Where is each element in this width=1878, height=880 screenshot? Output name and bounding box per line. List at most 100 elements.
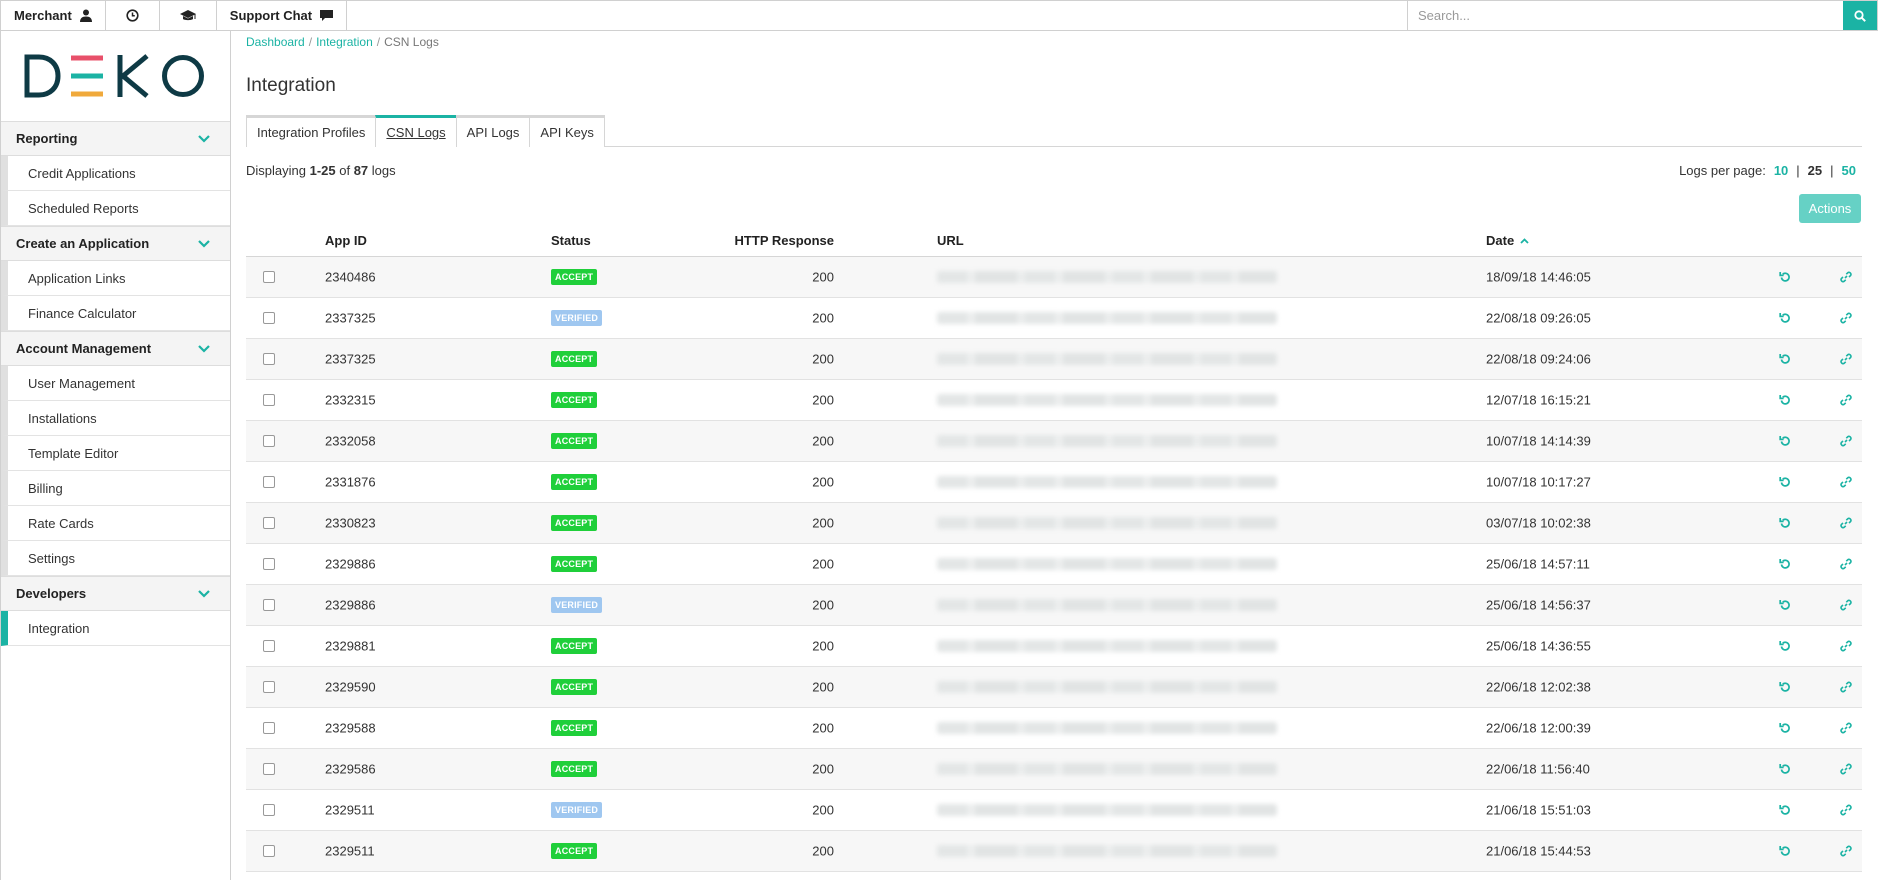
tab-api-keys[interactable]: API Keys bbox=[529, 115, 605, 147]
view-link-button[interactable] bbox=[1840, 804, 1852, 816]
tab-api-logs[interactable]: API Logs bbox=[455, 115, 531, 147]
search-button[interactable] bbox=[1843, 1, 1877, 30]
header-status[interactable]: Status bbox=[551, 233, 591, 248]
resend-button[interactable] bbox=[1779, 763, 1791, 775]
resend-button[interactable] bbox=[1779, 312, 1791, 324]
sidebar-item-label: Template Editor bbox=[28, 445, 119, 461]
resend-button[interactable] bbox=[1779, 271, 1791, 283]
table-row[interactable]: 2329511 VERIFIED 200 21/06/18 15:51:03 bbox=[246, 790, 1862, 831]
view-link-button[interactable] bbox=[1840, 640, 1852, 652]
support-chat-button[interactable]: Support Chat bbox=[217, 1, 348, 30]
breadcrumb-integration[interactable]: Integration bbox=[316, 35, 373, 49]
sidebar-item-installations[interactable]: Installations bbox=[1, 401, 230, 436]
row-checkbox[interactable] bbox=[263, 599, 275, 611]
breadcrumb-dashboard[interactable]: Dashboard bbox=[246, 35, 305, 49]
view-link-button[interactable] bbox=[1840, 394, 1852, 406]
sidebar-item-template-editor[interactable]: Template Editor bbox=[1, 436, 230, 471]
resend-button[interactable] bbox=[1779, 845, 1791, 857]
table-row[interactable]: 2337325 ACCEPT 200 22/08/18 09:24:06 bbox=[246, 339, 1862, 380]
resend-button[interactable] bbox=[1779, 722, 1791, 734]
sidebar-section-reporting[interactable]: Reporting bbox=[1, 121, 230, 156]
table-row[interactable]: 2329511 ACCEPT 200 21/06/18 15:44:53 bbox=[246, 831, 1862, 872]
table-row[interactable]: 2331876 ACCEPT 200 10/07/18 10:17:27 bbox=[246, 462, 1862, 503]
view-link-button[interactable] bbox=[1840, 353, 1852, 365]
row-checkbox[interactable] bbox=[263, 435, 275, 447]
sidebar-section-developers[interactable]: Developers bbox=[1, 576, 230, 611]
resend-button[interactable] bbox=[1779, 804, 1791, 816]
row-checkbox[interactable] bbox=[263, 271, 275, 283]
undo-icon bbox=[1779, 641, 1790, 651]
merchant-menu[interactable]: Merchant bbox=[1, 1, 106, 30]
tab-integration-profiles[interactable]: Integration Profiles bbox=[246, 115, 377, 147]
resend-button[interactable] bbox=[1779, 435, 1791, 447]
deko-logo[interactable] bbox=[1, 31, 230, 121]
row-checkbox[interactable] bbox=[263, 312, 275, 324]
resend-button[interactable] bbox=[1779, 681, 1791, 693]
row-checkbox[interactable] bbox=[263, 681, 275, 693]
resend-button[interactable] bbox=[1779, 517, 1791, 529]
per-page-25[interactable]: 25 bbox=[1808, 163, 1822, 178]
sidebar-item-application-links[interactable]: Application Links bbox=[1, 261, 230, 296]
sidebar-item-credit-applications[interactable]: Credit Applications bbox=[1, 156, 230, 191]
view-link-button[interactable] bbox=[1840, 271, 1852, 283]
resend-button[interactable] bbox=[1779, 394, 1791, 406]
resend-button[interactable] bbox=[1779, 558, 1791, 570]
sidebar-item-finance-calculator[interactable]: Finance Calculator bbox=[1, 296, 230, 331]
view-link-button[interactable] bbox=[1840, 517, 1852, 529]
sidebar-item-rate-cards[interactable]: Rate Cards bbox=[1, 506, 230, 541]
view-link-button[interactable] bbox=[1840, 722, 1852, 734]
history-button[interactable] bbox=[106, 1, 160, 30]
sidebar-section-create-application[interactable]: Create an Application bbox=[1, 226, 230, 261]
resend-button[interactable] bbox=[1779, 353, 1791, 365]
app-id-cell: 2329511 bbox=[325, 843, 375, 859]
row-checkbox[interactable] bbox=[263, 476, 275, 488]
row-checkbox[interactable] bbox=[263, 353, 275, 365]
table-row[interactable]: 2337325 VERIFIED 200 22/08/18 09:26:05 bbox=[246, 298, 1862, 339]
row-checkbox[interactable] bbox=[263, 517, 275, 529]
tab-csn-logs[interactable]: CSN Logs bbox=[375, 115, 457, 147]
row-checkbox[interactable] bbox=[263, 845, 275, 857]
resend-button[interactable] bbox=[1779, 476, 1791, 488]
header-date[interactable]: Date bbox=[1486, 233, 1529, 248]
sidebar-item-user-management[interactable]: User Management bbox=[1, 366, 230, 401]
header-http-response[interactable]: HTTP Response bbox=[735, 233, 834, 248]
table-row[interactable]: 2329586 ACCEPT 200 22/06/18 11:56:40 bbox=[246, 749, 1862, 790]
row-checkbox[interactable] bbox=[263, 394, 275, 406]
table-row[interactable]: 2329590 ACCEPT 200 22/06/18 12:02:38 bbox=[246, 667, 1862, 708]
sidebar-item-scheduled-reports[interactable]: Scheduled Reports bbox=[1, 191, 230, 226]
training-button[interactable] bbox=[160, 1, 217, 30]
table-row[interactable]: 2329886 VERIFIED 200 25/06/18 14:56:37 bbox=[246, 585, 1862, 626]
view-link-button[interactable] bbox=[1840, 558, 1852, 570]
sidebar-item-billing[interactable]: Billing bbox=[1, 471, 230, 506]
table-row[interactable]: 2340486 ACCEPT 200 18/09/18 14:46:05 bbox=[246, 257, 1862, 298]
table-row[interactable]: 2329588 ACCEPT 200 22/06/18 12:00:39 bbox=[246, 708, 1862, 749]
header-app-id[interactable]: App ID bbox=[325, 233, 367, 248]
row-checkbox[interactable] bbox=[263, 763, 275, 775]
sidebar-section-account-management[interactable]: Account Management bbox=[1, 331, 230, 366]
view-link-button[interactable] bbox=[1840, 845, 1852, 857]
row-checkbox[interactable] bbox=[263, 558, 275, 570]
table-row[interactable]: 2332058 ACCEPT 200 10/07/18 14:14:39 bbox=[246, 421, 1862, 462]
sidebar-item-integration[interactable]: Integration bbox=[1, 611, 230, 646]
actions-button[interactable]: Actions bbox=[1799, 194, 1861, 223]
view-link-button[interactable] bbox=[1840, 312, 1852, 324]
header-url[interactable]: URL bbox=[937, 233, 964, 248]
resend-button[interactable] bbox=[1779, 640, 1791, 652]
table-row[interactable]: 2329886 ACCEPT 200 25/06/18 14:57:11 bbox=[246, 544, 1862, 585]
per-page-50[interactable]: 50 bbox=[1842, 163, 1856, 178]
view-link-button[interactable] bbox=[1840, 681, 1852, 693]
view-link-button[interactable] bbox=[1840, 763, 1852, 775]
view-link-button[interactable] bbox=[1840, 476, 1852, 488]
row-checkbox[interactable] bbox=[263, 722, 275, 734]
search-input[interactable] bbox=[1408, 1, 1843, 30]
sidebar-item-settings[interactable]: Settings bbox=[1, 541, 230, 576]
per-page-10[interactable]: 10 bbox=[1774, 163, 1788, 178]
view-link-button[interactable] bbox=[1840, 435, 1852, 447]
table-row[interactable]: 2330823 ACCEPT 200 03/07/18 10:02:38 bbox=[246, 503, 1862, 544]
resend-button[interactable] bbox=[1779, 599, 1791, 611]
row-checkbox[interactable] bbox=[263, 640, 275, 652]
table-row[interactable]: 2329881 ACCEPT 200 25/06/18 14:36:55 bbox=[246, 626, 1862, 667]
view-link-button[interactable] bbox=[1840, 599, 1852, 611]
table-row[interactable]: 2332315 ACCEPT 200 12/07/18 16:15:21 bbox=[246, 380, 1862, 421]
row-checkbox[interactable] bbox=[263, 804, 275, 816]
